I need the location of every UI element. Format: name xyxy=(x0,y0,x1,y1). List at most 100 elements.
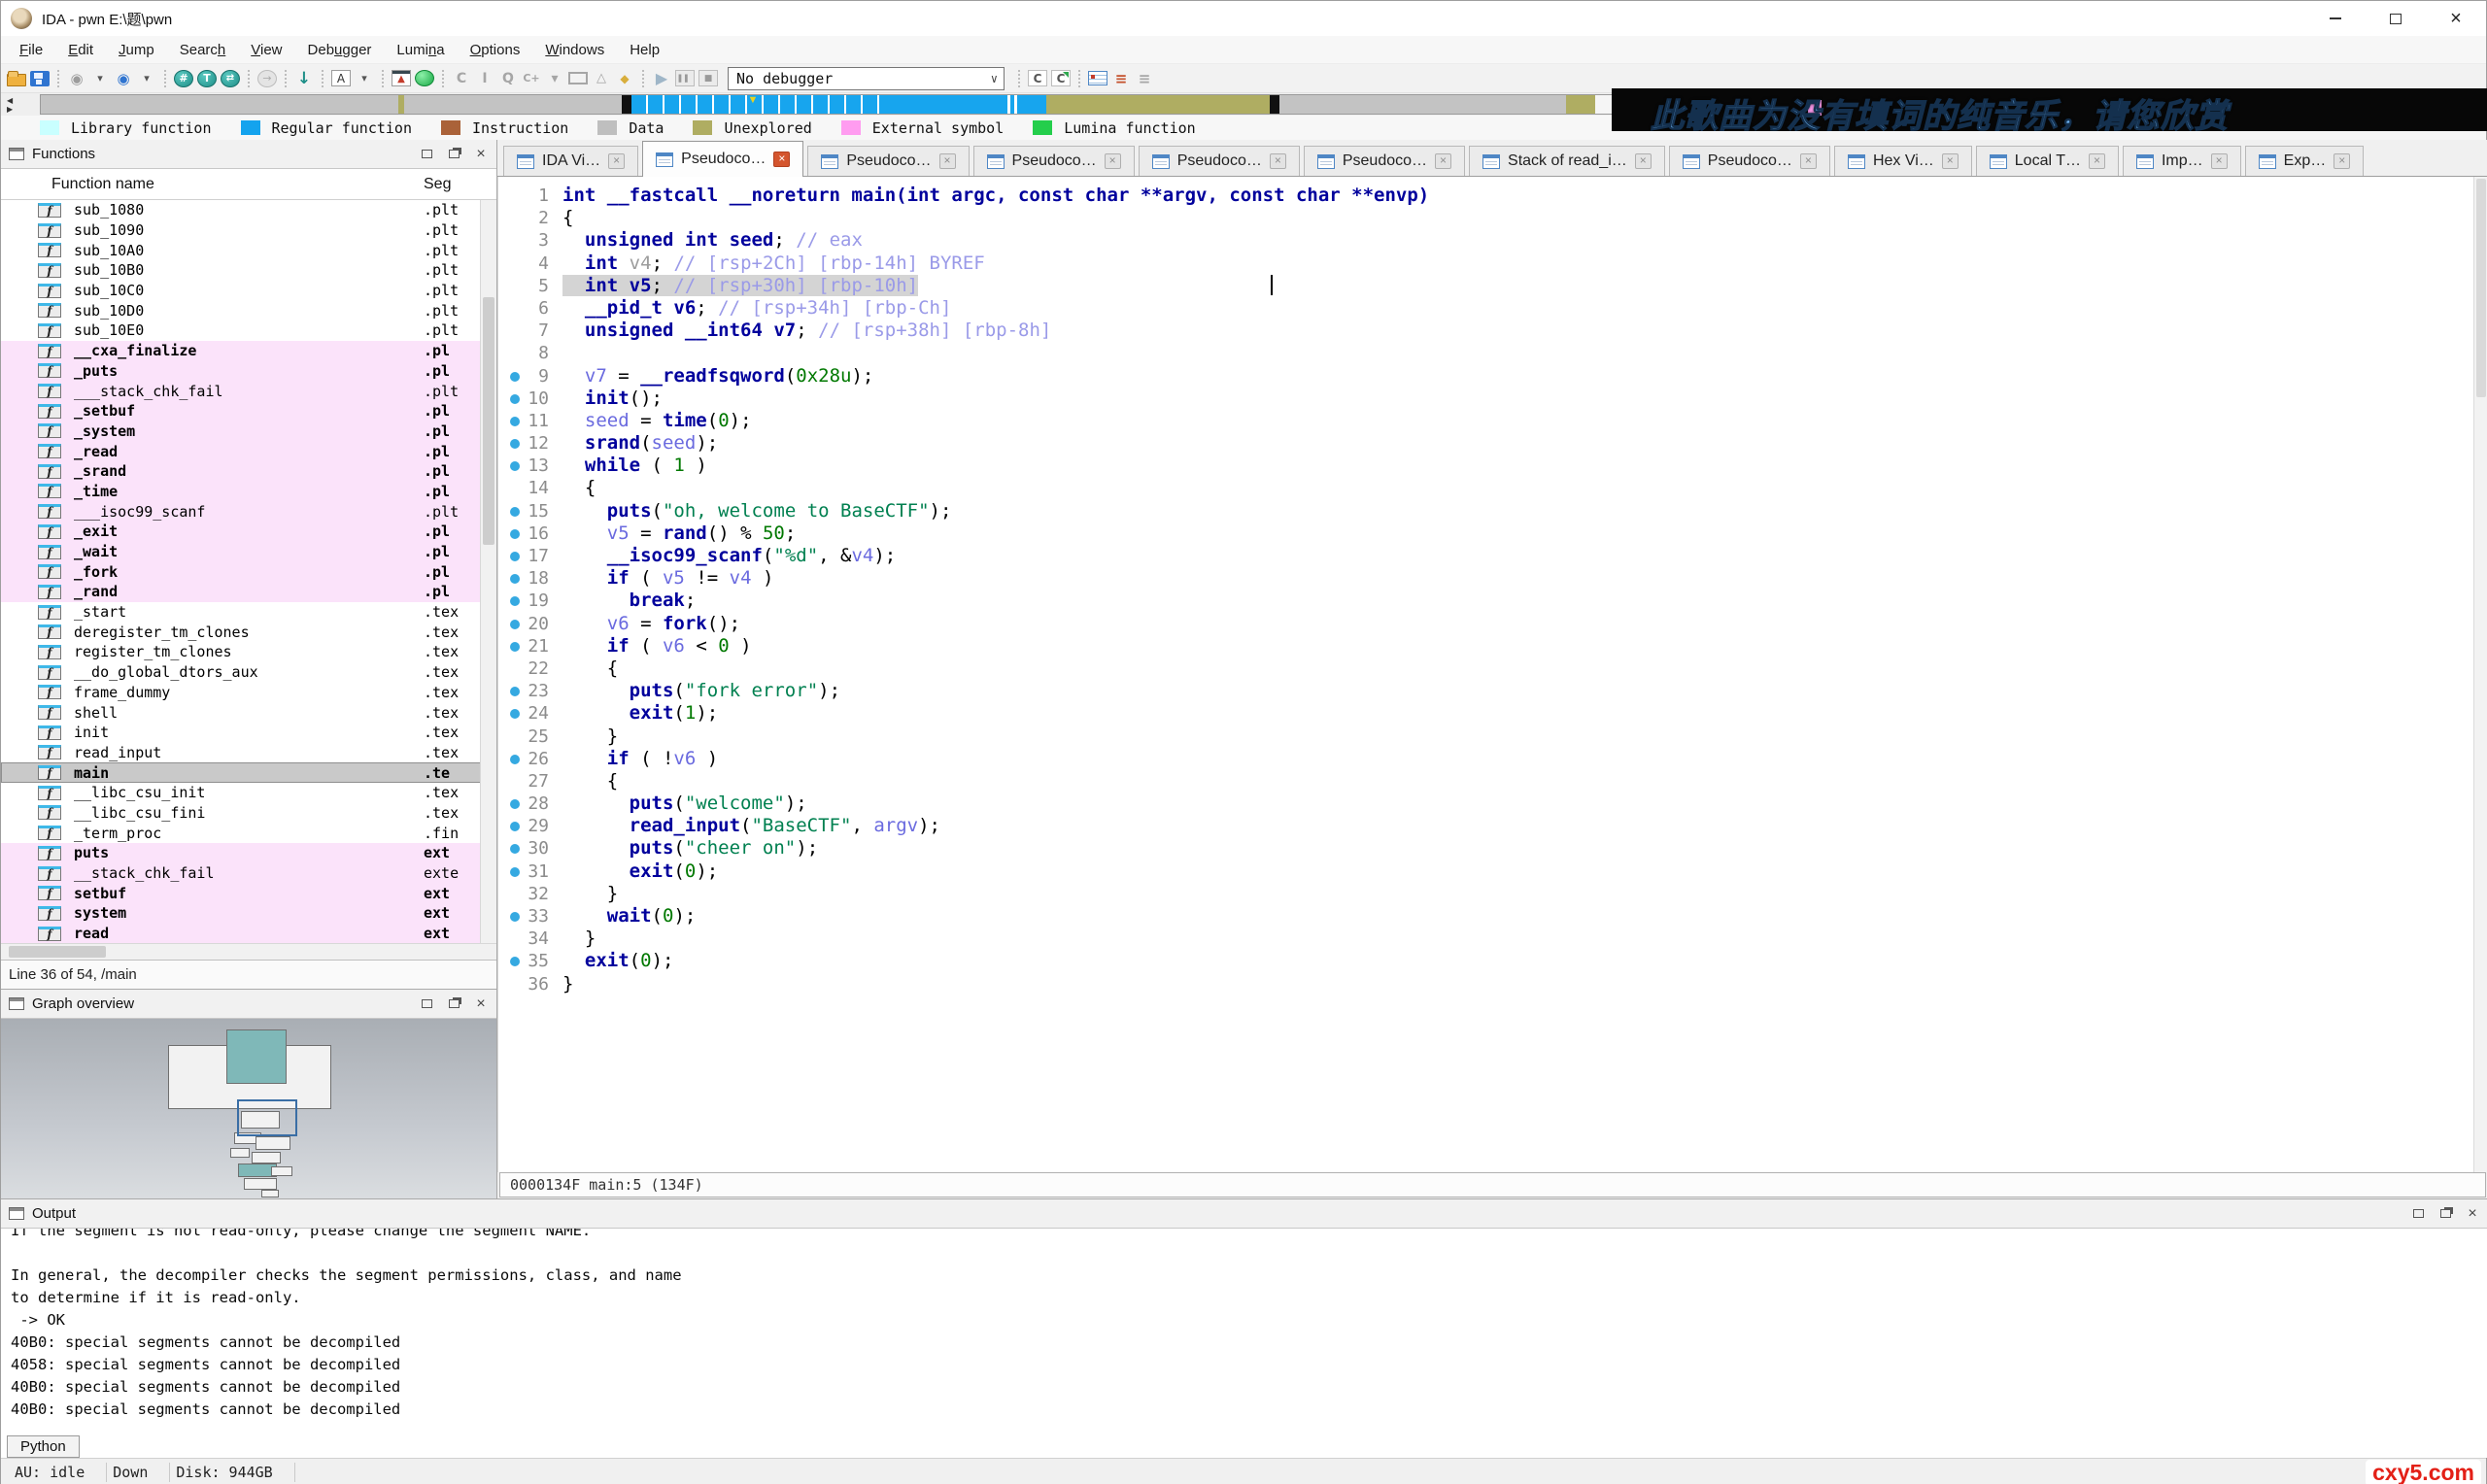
code-vertical-scrollbar[interactable] xyxy=(2473,177,2487,1172)
code-line[interactable]: 27 { xyxy=(498,770,2472,793)
menu-item-debugger[interactable]: Debugger xyxy=(295,38,385,62)
code-line[interactable]: 26 if ( !v6 ) xyxy=(498,748,2472,770)
code-line[interactable]: 18 if ( v5 != v4 ) xyxy=(498,567,2472,590)
maximize-button[interactable] xyxy=(2366,1,2426,36)
code-line[interactable]: 31 exit(0); xyxy=(498,860,2472,883)
tab-close-icon[interactable]: × xyxy=(1635,153,1652,169)
minimize-button[interactable] xyxy=(2305,1,2366,36)
scrollbar-handle[interactable] xyxy=(9,946,106,958)
code-line[interactable]: 22 { xyxy=(498,658,2472,680)
code-line[interactable]: 36} xyxy=(498,973,2472,995)
output-console[interactable]: If the segment is not read-only, please … xyxy=(1,1229,2487,1433)
struct-q-icon[interactable] xyxy=(498,68,518,89)
code-line[interactable]: 17 __isoc99_scanf("%d", &v4); xyxy=(498,545,2472,567)
tab-exp-[interactable]: Exp…× xyxy=(2245,146,2365,176)
tab-pseudoco-[interactable]: Pseudoco…× xyxy=(1139,146,1300,176)
function-row[interactable]: fmain.te xyxy=(1,762,481,783)
function-row[interactable]: fputsext xyxy=(1,843,481,863)
flag-icon[interactable] xyxy=(392,70,411,86)
close-button[interactable]: × xyxy=(2426,1,2486,36)
font-a-icon[interactable] xyxy=(331,70,351,86)
maximize-panel-button[interactable] xyxy=(415,994,438,1015)
menu-item-view[interactable]: View xyxy=(238,38,294,62)
names-hash-icon[interactable] xyxy=(174,70,193,87)
code-line[interactable]: 20 v6 = fork(); xyxy=(498,613,2472,635)
tab-close-icon[interactable]: × xyxy=(1942,153,1959,169)
function-row[interactable]: finit.tex xyxy=(1,723,481,743)
function-row[interactable]: f_read.pl xyxy=(1,441,481,461)
scrollbar-handle[interactable] xyxy=(2476,179,2486,397)
code-line[interactable]: 35 exit(0); xyxy=(498,950,2472,972)
tab-pseudoco-[interactable]: Pseudoco…× xyxy=(642,141,803,177)
menu-item-windows[interactable]: Windows xyxy=(532,38,617,62)
code-line[interactable]: 33 wait(0); xyxy=(498,905,2472,928)
function-row[interactable]: fsub_10A0.plt xyxy=(1,240,481,260)
graph-overview-canvas[interactable] xyxy=(1,1019,496,1198)
tab-close-icon[interactable]: × xyxy=(2334,153,2350,169)
menu-item-lumina[interactable]: Lumina xyxy=(384,38,457,62)
functions-horizontal-scrollbar[interactable] xyxy=(1,943,496,960)
function-row[interactable]: fregister_tm_clones.tex xyxy=(1,642,481,662)
tab-pseudoco-[interactable]: Pseudoco…× xyxy=(807,146,969,176)
code-line[interactable]: 12 srand(seed); xyxy=(498,432,2472,455)
menu-item-jump[interactable]: Jump xyxy=(106,38,167,62)
tab-ida-vi-[interactable]: IDA Vi…× xyxy=(503,146,638,176)
function-row[interactable]: fsub_10D0.plt xyxy=(1,300,481,320)
function-row[interactable]: f_wait.pl xyxy=(1,542,481,562)
struct-add-icon[interactable] xyxy=(522,68,541,89)
tab-close-icon[interactable]: × xyxy=(2089,153,2105,169)
code-line[interactable]: 19 break; xyxy=(498,590,2472,612)
function-row[interactable]: f_puts.pl xyxy=(1,361,481,382)
column-function-name[interactable]: Function name xyxy=(1,176,154,193)
function-row[interactable]: fderegister_tm_clones.tex xyxy=(1,622,481,642)
text-t-icon[interactable] xyxy=(197,70,217,87)
tab-close-icon[interactable]: × xyxy=(2211,153,2228,169)
font-drop-icon[interactable] xyxy=(355,68,374,89)
float-panel-button[interactable] xyxy=(442,994,465,1015)
close-panel-button[interactable]: × xyxy=(469,144,493,165)
tab-local-t-[interactable]: Local T…× xyxy=(1976,146,2119,176)
tab-close-icon[interactable]: × xyxy=(1105,153,1121,169)
menu-item-search[interactable]: Search xyxy=(167,38,239,62)
code-line[interactable]: 29 read_input("BaseCTF", argv); xyxy=(498,815,2472,837)
function-row[interactable]: fsystemext xyxy=(1,903,481,924)
pause-icon[interactable] xyxy=(675,70,695,86)
function-row[interactable]: fsub_10E0.plt xyxy=(1,320,481,341)
code-line[interactable]: 11 seed = time(0); xyxy=(498,410,2472,432)
function-row[interactable]: fsetbufext xyxy=(1,883,481,903)
list-red-icon[interactable] xyxy=(1111,68,1131,89)
tab-stack-of-read-i-[interactable]: Stack of read_i…× xyxy=(1469,146,1665,176)
menu-item-edit[interactable]: Edit xyxy=(55,38,106,62)
code-line[interactable]: 5 int v5; // [rsp+30h] [rbp-10h] xyxy=(498,275,2472,297)
nav-forward-drop-icon[interactable] xyxy=(137,68,156,89)
function-row[interactable]: fsub_1090.plt xyxy=(1,220,481,241)
code-line[interactable]: 9 v7 = __readfsqword(0x28u); xyxy=(498,365,2472,388)
code-line[interactable]: 21 if ( v6 < 0 ) xyxy=(498,635,2472,658)
tab-close-icon[interactable]: × xyxy=(773,152,790,167)
function-row[interactable]: f_fork.pl xyxy=(1,561,481,582)
scrollbar-handle[interactable] xyxy=(483,297,494,545)
function-row[interactable]: f_term_proc.fin xyxy=(1,823,481,843)
float-panel-button[interactable] xyxy=(442,144,465,165)
tab-pseudoco-[interactable]: Pseudoco…× xyxy=(1304,146,1465,176)
code-line[interactable]: 3 unsigned int seed; // eax xyxy=(498,229,2472,252)
tab-pseudoco-[interactable]: Pseudoco…× xyxy=(973,146,1135,176)
open-folder-icon[interactable] xyxy=(7,74,26,86)
nav-back-icon[interactable] xyxy=(67,68,86,89)
menu-item-file[interactable]: File xyxy=(7,38,55,62)
code-line[interactable]: 13 while ( 1 ) xyxy=(498,455,2472,477)
code-line[interactable]: 16 v5 = rand() % 50; xyxy=(498,523,2472,545)
struct-drop-icon[interactable] xyxy=(545,68,564,89)
code-line[interactable]: 10 init(); xyxy=(498,388,2472,410)
tab-close-icon[interactable]: × xyxy=(939,153,956,169)
make-code-icon[interactable] xyxy=(1028,70,1047,86)
function-row[interactable]: f_rand.pl xyxy=(1,582,481,602)
debugger-select[interactable]: No debugger∨ xyxy=(728,67,1005,90)
function-row[interactable]: fread_input.tex xyxy=(1,743,481,763)
code-line[interactable]: 14 { xyxy=(498,477,2472,499)
function-row[interactable]: f_start.tex xyxy=(1,602,481,623)
save-icon[interactable] xyxy=(30,71,50,86)
code-line[interactable]: 6 __pid_t v6; // [rsp+34h] [rbp-Ch] xyxy=(498,297,2472,320)
function-row[interactable]: freadext xyxy=(1,924,481,943)
code-line[interactable]: 28 puts("welcome"); xyxy=(498,793,2472,815)
